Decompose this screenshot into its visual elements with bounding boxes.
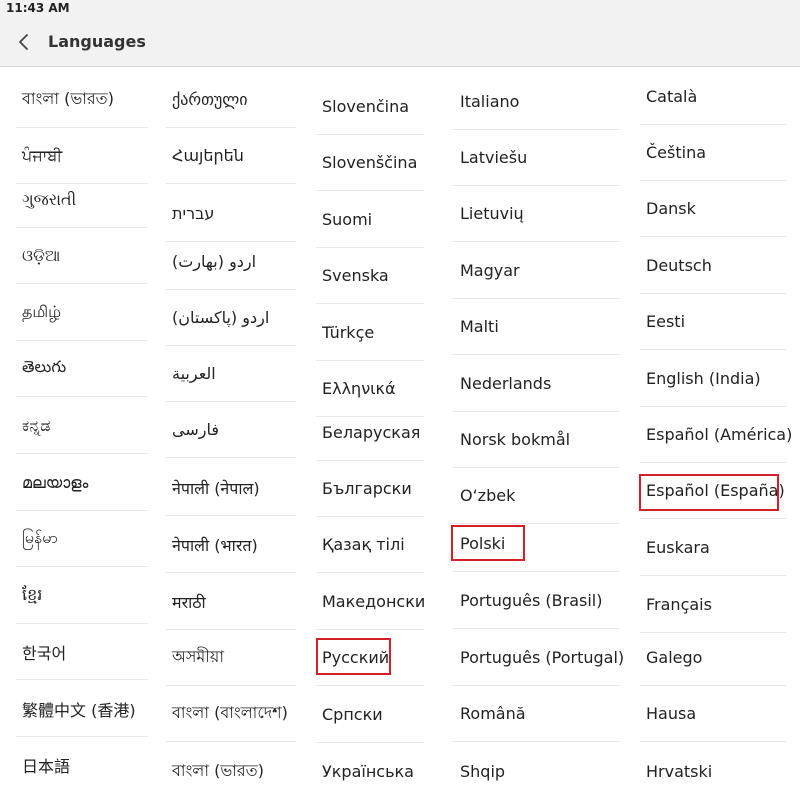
- language-option[interactable]: Hausa: [640, 686, 786, 742]
- language-option[interactable]: Português (Brasil): [452, 573, 620, 629]
- language-option[interactable]: বাংলা (ভারত): [166, 743, 296, 799]
- language-option[interactable]: Български: [316, 461, 424, 517]
- language-option[interactable]: ଓଡ଼ିଆ: [16, 228, 148, 284]
- language-option[interactable]: Dansk: [640, 181, 786, 237]
- language-option-selected[interactable]: Русский: [316, 630, 424, 686]
- language-option[interactable]: मराठी: [166, 574, 296, 630]
- language-option[interactable]: English (India): [640, 351, 786, 407]
- language-option[interactable]: Norsk bokmål: [452, 412, 620, 468]
- language-option[interactable]: Беларуская: [316, 405, 424, 461]
- language-option[interactable]: ગુજરાતી: [16, 172, 148, 228]
- back-button[interactable]: [12, 30, 36, 54]
- language-option[interactable]: Македонски: [316, 574, 425, 630]
- language-option[interactable]: Українська: [316, 743, 424, 799]
- language-option[interactable]: 日本語: [16, 737, 148, 793]
- language-option[interactable]: Euskara: [640, 520, 786, 576]
- status-bar: 11:43 AM: [0, 0, 800, 18]
- language-option[interactable]: Slovenčina: [316, 79, 424, 135]
- language-option[interactable]: 한국어: [16, 624, 148, 680]
- language-option[interactable]: Malti: [452, 299, 620, 355]
- language-option[interactable]: മലയാളം: [16, 455, 148, 511]
- status-time: 11:43 AM: [6, 1, 70, 15]
- page-title: Languages: [48, 32, 146, 51]
- language-option[interactable]: Italiano: [452, 74, 620, 130]
- language-option[interactable]: 繁體中文 (香港): [16, 681, 148, 737]
- language-option[interactable]: Magyar: [452, 243, 620, 299]
- language-option[interactable]: Shqip: [452, 743, 620, 799]
- language-option[interactable]: اردو (پاکستان): [166, 290, 296, 346]
- language-option[interactable]: اردو (بھارت): [166, 234, 296, 290]
- language-option[interactable]: Català: [640, 69, 786, 125]
- language-option[interactable]: ქართული: [166, 72, 296, 128]
- language-option[interactable]: Türkçe: [316, 305, 424, 361]
- app-header: Languages: [0, 18, 800, 67]
- language-option[interactable]: Hrvatski: [640, 743, 786, 799]
- language-option[interactable]: Português (Portugal): [452, 630, 624, 686]
- language-option[interactable]: বাংলা (ভারত): [16, 72, 148, 128]
- language-option[interactable]: Svenska: [316, 248, 424, 304]
- language-option[interactable]: Čeština: [640, 125, 786, 181]
- language-option[interactable]: Nederlands: [452, 356, 620, 412]
- language-option[interactable]: العربية: [166, 346, 296, 402]
- language-option[interactable]: Latviešu: [452, 130, 620, 186]
- language-option[interactable]: Eesti: [640, 294, 786, 350]
- language-option-selected[interactable]: Español (España): [640, 463, 786, 519]
- language-option-selected[interactable]: Polski: [452, 516, 620, 572]
- language-option[interactable]: Suomi: [316, 192, 424, 248]
- language-option[interactable]: Հայերեն: [166, 128, 296, 184]
- language-option[interactable]: বাংলা (বাংলাদেশ): [166, 686, 296, 742]
- language-option[interactable]: ಕನ್ನಡ: [16, 398, 148, 454]
- language-option[interactable]: नेपाली (भारत): [166, 517, 296, 573]
- language-option[interactable]: Galego: [640, 630, 786, 686]
- language-option[interactable]: فارسی: [166, 402, 296, 458]
- language-option[interactable]: অসমীয়া: [166, 630, 296, 686]
- language-option[interactable]: Српски: [316, 687, 424, 743]
- language-option[interactable]: Slovenščina: [316, 135, 424, 191]
- chevron-left-icon: [12, 30, 36, 54]
- language-option[interactable]: తెలుగు: [16, 341, 148, 397]
- language-option[interactable]: Қазақ тілі: [316, 517, 424, 573]
- language-option[interactable]: Deutsch: [640, 238, 786, 294]
- language-option[interactable]: नेपाली (नेपाल): [166, 460, 296, 516]
- language-option[interactable]: Français: [640, 577, 786, 633]
- language-option[interactable]: မြန်မာ: [16, 511, 148, 567]
- language-option[interactable]: ខ្មែរ: [16, 568, 148, 624]
- language-option[interactable]: Español (América): [640, 407, 792, 463]
- language-option[interactable]: Română: [452, 686, 620, 742]
- language-option[interactable]: Lietuvių: [452, 186, 620, 242]
- language-option[interactable]: தமிழ்: [16, 285, 148, 341]
